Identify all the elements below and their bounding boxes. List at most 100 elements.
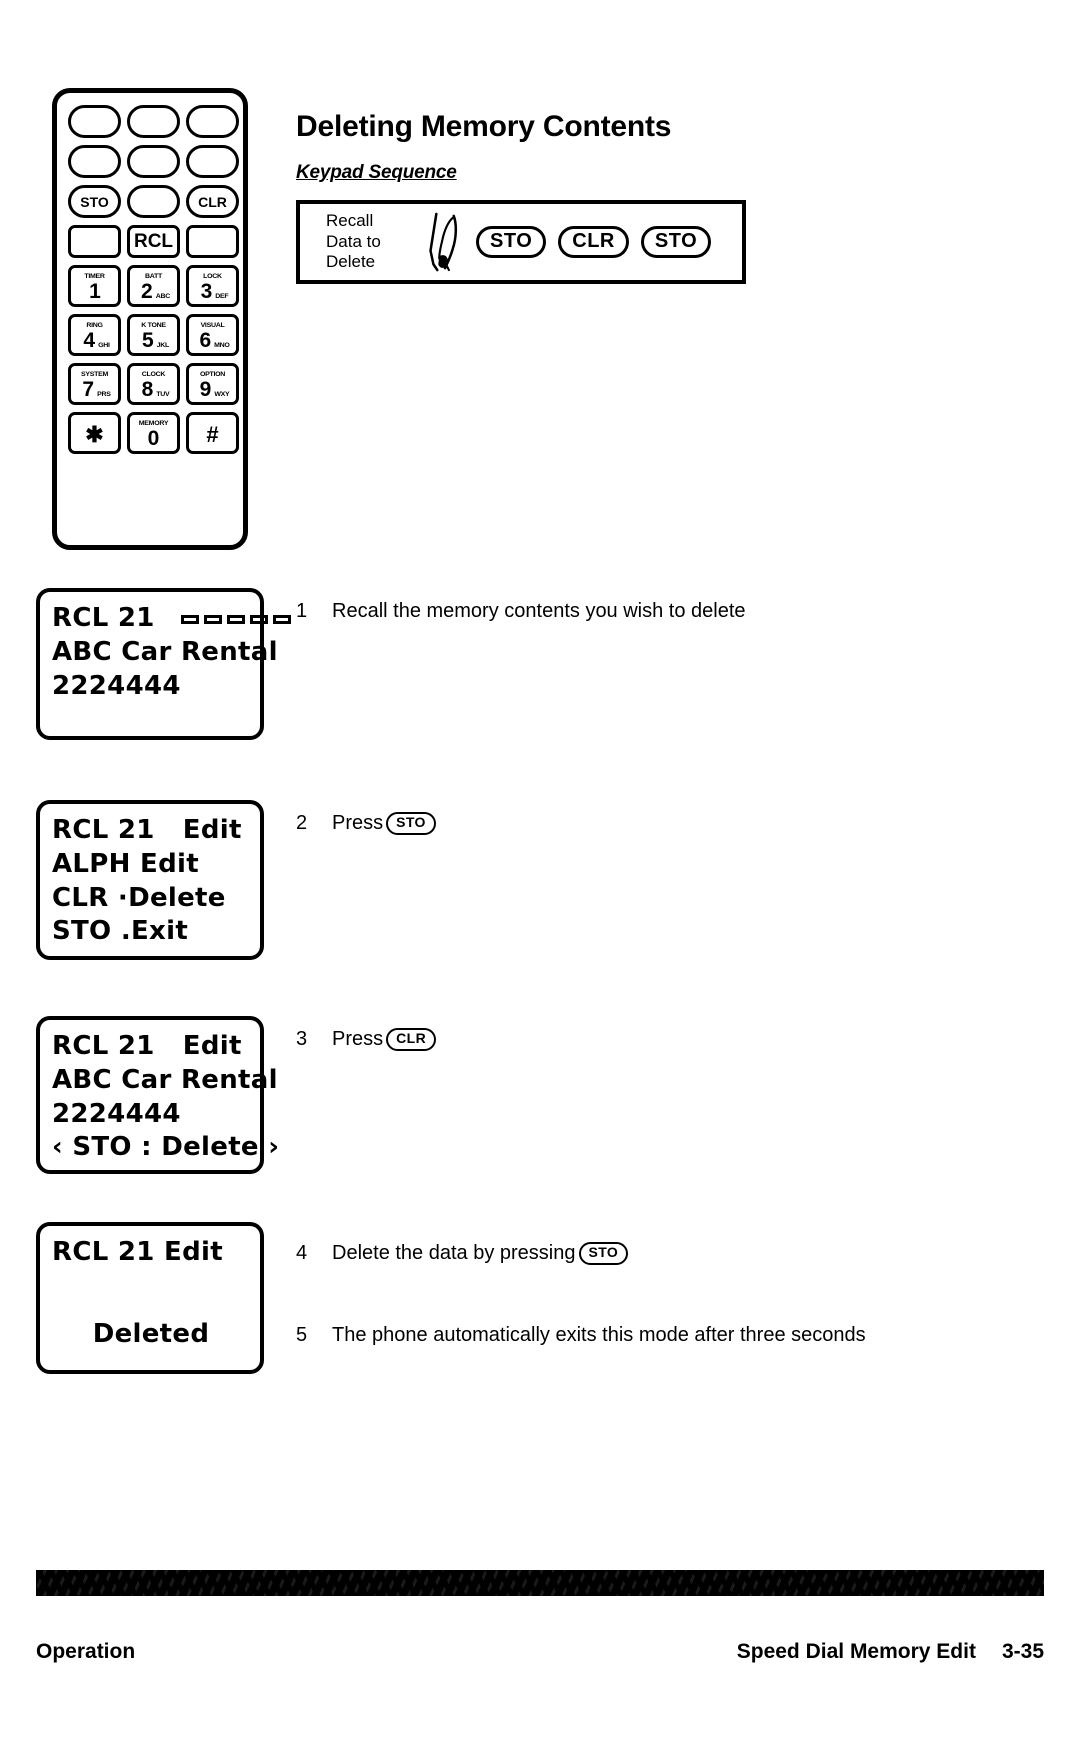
key-digit: 3	[200, 279, 213, 303]
sequence-key-sto-1[interactable]: STO	[476, 226, 547, 258]
step-4-text: Delete the data by pressing	[332, 1242, 576, 1264]
step-5-number: 5	[296, 1324, 308, 1346]
phone-key-6[interactable]: VISUAL 6 MNO	[186, 314, 239, 356]
step-4-body: Delete the data by pressing STO	[332, 1240, 629, 1268]
key-function-label: MEMORY	[138, 420, 169, 426]
lcd-4-line-1: RCL 21 Edit	[52, 1237, 223, 1267]
lcd-1-line-1: RCL 21	[52, 603, 155, 633]
lcd-3-line-4: ‹ STO : Delete ›	[52, 1132, 280, 1163]
phone-key-blank-8[interactable]	[68, 225, 121, 258]
footer-page-number: 3-35	[1001, 1640, 1044, 1663]
lcd-3-line-2: ABC Car Rental	[52, 1064, 278, 1095]
key-digit: 4	[83, 328, 96, 352]
sequence-caption-line-1: Recall	[326, 210, 374, 230]
step-5: 5 The phone automatically exits this mod…	[296, 1322, 866, 1350]
sequence-key-clr[interactable]: CLR	[558, 226, 629, 258]
key-main: #	[189, 423, 236, 446]
signal-bar	[272, 615, 291, 625]
key-digit: 2	[141, 279, 153, 303]
step-2-body: Press STO	[332, 810, 436, 838]
lcd-1-row-1: RCL 21	[52, 602, 291, 636]
phone-key-5[interactable]: K TONE 5 JKL	[127, 314, 180, 356]
sequence-caption-line-2: Data to	[326, 231, 381, 251]
phone-keypad-illustration: STO CLR RCL TIMER 1 BATT 2 ABC LOCK 3 DE…	[52, 88, 248, 550]
footer-section-title: Speed Dial Memory Edit	[736, 1640, 976, 1663]
key-digit: 8	[141, 377, 154, 401]
footer-section-left: Operation	[36, 1640, 136, 1663]
phone-key-blank-7[interactable]	[127, 185, 180, 218]
step-4-number: 4	[296, 1242, 308, 1264]
key-main: 8 TUV	[130, 379, 177, 400]
page-title: Deleting Memory Contents	[296, 110, 672, 144]
key-letters: TUV	[156, 391, 170, 397]
key-letters: ABC	[155, 293, 171, 299]
lcd-screen-4: RCL 21 Edit Deleted	[36, 1222, 264, 1374]
phone-key-3[interactable]: LOCK 3 DEF	[186, 265, 239, 307]
key-label: CLR	[198, 193, 227, 210]
step-2-number: 2	[296, 812, 308, 834]
key-function-label: VISUAL	[200, 322, 225, 328]
sequence-caption: Recall Data to Delete	[326, 211, 422, 273]
key-function-label: K TONE	[141, 322, 166, 328]
lcd-4-line-2: Deleted	[92, 1318, 210, 1349]
phone-key-blank-2[interactable]	[127, 105, 180, 138]
key-label: RCL	[133, 231, 174, 252]
step-3: 3 Press CLR	[296, 1026, 437, 1054]
lcd-1-line-2: ABC Car Rental	[52, 636, 278, 667]
key-function-label: LOCK	[203, 273, 222, 279]
key-grid: STO CLR RCL TIMER 1 BATT 2 ABC LOCK 3 DE…	[68, 105, 240, 454]
step-4: 4 Delete the data by pressing STO	[296, 1240, 629, 1268]
key-main: 5 JKL	[130, 330, 177, 351]
key-main: 4 GHI	[71, 330, 118, 351]
lcd-2-line-4: STO .Exit	[52, 916, 189, 947]
lcd-2-line-3: CLR ·Delete	[52, 882, 226, 913]
phone-key-rcl[interactable]: RCL	[127, 225, 180, 258]
phone-key-pound[interactable]: #	[186, 412, 239, 454]
phone-key-blank-6[interactable]	[186, 145, 239, 178]
phone-key-7[interactable]: SYSTEM 7 PRS	[68, 363, 121, 405]
phone-key-0[interactable]: MEMORY 0	[127, 412, 180, 454]
keypad-sequence-label: Keypad Sequence	[296, 162, 457, 183]
signal-bar	[203, 615, 222, 625]
phone-key-2[interactable]: BATT 2 ABC	[127, 265, 180, 307]
lcd-3-line-3: 2224444	[52, 1098, 181, 1129]
phone-key-blank-4[interactable]	[68, 145, 121, 178]
key-function-label: SYSTEM	[81, 371, 108, 377]
signal-strength-icon	[180, 615, 291, 625]
pointing-hand-icon	[429, 212, 458, 272]
sequence-caption-line-3: Delete	[326, 252, 376, 272]
key-letters: DEF	[215, 293, 229, 299]
key-letters: WXY	[214, 391, 230, 397]
phone-key-blank-5[interactable]	[127, 145, 180, 178]
lcd-2-line-1: RCL 21 Edit	[52, 815, 242, 845]
phone-key-blank-9[interactable]	[186, 225, 239, 258]
phone-key-9[interactable]: OPTION 9 WXY	[186, 363, 239, 405]
phone-key-blank-3[interactable]	[186, 105, 239, 138]
key-letters: JKL	[156, 342, 170, 348]
step-3-body: Press CLR	[332, 1026, 437, 1054]
signal-bar	[249, 615, 268, 625]
lcd-screen-2: RCL 21 Edit ALPH Edit CLR ·Delete STO .E…	[36, 800, 264, 960]
step-4-key-sto[interactable]: STO	[578, 1242, 629, 1265]
lcd-3-line-1: RCL 21 Edit	[52, 1031, 242, 1061]
key-digit: ✱	[85, 421, 104, 447]
step-2: 2 Press STO	[296, 810, 436, 838]
phone-key-clr[interactable]: CLR	[186, 185, 239, 218]
phone-key-blank-1[interactable]	[68, 105, 121, 138]
sequence-keys: STO CLR STO	[476, 226, 712, 258]
key-label: STO	[80, 193, 109, 210]
phone-key-sto[interactable]: STO	[68, 185, 121, 218]
phone-key-star[interactable]: ✱	[68, 412, 121, 454]
step-2-key-sto[interactable]: STO	[386, 812, 436, 835]
lcd-screen-3: RCL 21 Edit ABC Car Rental 2224444 ‹ STO…	[36, 1016, 280, 1174]
key-main: 1	[71, 281, 118, 302]
step-3-key-clr[interactable]: CLR	[386, 1028, 437, 1051]
phone-key-1[interactable]: TIMER 1	[68, 265, 121, 307]
sequence-key-sto-2[interactable]: STO	[640, 226, 712, 258]
step-2-text: Press	[332, 812, 384, 834]
key-main: 7 PRS	[71, 379, 118, 400]
step-1-number: 1	[296, 600, 308, 622]
key-function-label: CLOCK	[141, 371, 166, 377]
phone-key-4[interactable]: RING 4 GHI	[68, 314, 121, 356]
phone-key-8[interactable]: CLOCK 8 TUV	[127, 363, 180, 405]
